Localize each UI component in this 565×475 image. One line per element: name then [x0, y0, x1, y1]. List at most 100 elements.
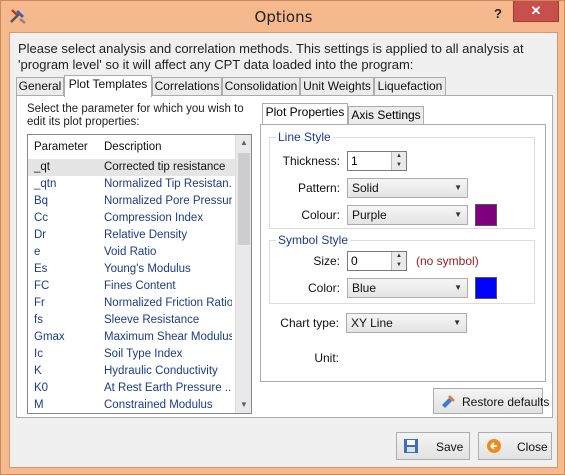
- color-label: Color:: [307, 281, 340, 295]
- list-item-parameter: K: [34, 365, 42, 377]
- list-item-parameter: Gmax: [34, 331, 65, 343]
- column-header-parameter[interactable]: Parameter: [34, 141, 88, 153]
- list-item[interactable]: K Hydraulic Conductivity: [28, 363, 236, 380]
- list-item-parameter: _qtn: [34, 178, 57, 190]
- list-item-parameter: K0: [34, 382, 49, 394]
- list-item[interactable]: fs Sleeve Resistance: [28, 312, 236, 329]
- list-item-parameter: Ic: [34, 348, 43, 360]
- list-item-parameter: FC: [34, 280, 50, 292]
- list-item-parameter: e: [34, 246, 41, 258]
- list-item-parameter: _qt: [34, 161, 50, 173]
- tab-correlations[interactable]: Correlations: [152, 77, 222, 96]
- list-item[interactable]: Cc Compression Index: [28, 210, 236, 227]
- list-item[interactable]: Gmax Maximum Shear Modulus: [28, 329, 236, 346]
- color-select[interactable]: Blue ▼: [347, 278, 468, 298]
- list-item[interactable]: Fr Normalized Friction Ratio: [28, 295, 236, 312]
- thickness-stepper-buttons: ▲ ▼: [391, 152, 406, 170]
- save-button[interactable]: Save: [396, 432, 470, 460]
- list-item-parameter: fs: [34, 314, 43, 326]
- list-item-description: Maximum Shear Modulus: [104, 331, 232, 343]
- thickness-label: Thickness:: [282, 154, 340, 168]
- list-item-parameter: Es: [34, 263, 48, 275]
- line-style-group: Line Style Thickness: 1 ▲ ▼ Pattern: Sol…: [269, 130, 535, 229]
- list-item-description: Young's Modulus: [104, 263, 191, 275]
- tab-unit-weights[interactable]: Unit Weights: [300, 77, 374, 96]
- symbol-style-group: Symbol Style Size: 0 ▲ ▼ (no symbol) Col…: [269, 233, 535, 304]
- tab-axis-settings[interactable]: Axis Settings: [348, 106, 424, 124]
- color-swatch[interactable]: [475, 277, 497, 299]
- symbol-style-title: Symbol Style: [276, 233, 351, 247]
- floppy-disk-icon: [404, 439, 418, 453]
- tab-plot-templates[interactable]: Plot Templates: [64, 75, 152, 97]
- scroll-down-arrow-icon[interactable]: ▼: [236, 397, 251, 413]
- restore-defaults-label: Restore defaults: [462, 395, 550, 409]
- dialog-body: Please select analysis and correlation m…: [9, 32, 558, 468]
- list-item[interactable]: FC Fines Content: [28, 278, 236, 295]
- list-item-description: Fines Content: [104, 280, 176, 292]
- close-label: Close: [517, 440, 548, 454]
- thickness-stepper[interactable]: 1 ▲ ▼: [347, 151, 407, 171]
- list-item[interactable]: e Void Ratio: [28, 244, 236, 261]
- stepper-up-icon[interactable]: ▲: [392, 252, 406, 261]
- save-label: Save: [436, 440, 464, 454]
- plot-templates-panel: Select the parameter for which you wish …: [16, 95, 553, 418]
- list-item-parameter: Dr: [34, 229, 47, 241]
- list-item-description: Sleeve Resistance: [104, 314, 200, 326]
- help-button[interactable]: ?: [487, 3, 509, 25]
- pattern-select[interactable]: Solid ▼: [347, 178, 468, 198]
- list-item[interactable]: Dr Relative Density: [28, 227, 236, 244]
- stepper-down-icon[interactable]: ▼: [392, 261, 406, 270]
- list-item-description: Relative Density: [104, 229, 188, 241]
- list-item-description: Compression Index: [104, 212, 204, 224]
- size-stepper[interactable]: 0 ▲ ▼: [347, 251, 407, 271]
- size-value: 0: [351, 254, 358, 268]
- tab-liquefaction[interactable]: Liquefaction: [374, 77, 446, 96]
- list-item[interactable]: _qtn Normalized Tip Resistan...: [28, 176, 236, 193]
- list-item[interactable]: K0 At Rest Earth Pressure ...: [28, 380, 236, 397]
- list-item[interactable]: Ic Soil Type Index: [28, 346, 236, 363]
- list-item[interactable]: Bq Normalized Pore Pressure: [28, 193, 236, 210]
- restore-defaults-button[interactable]: Restore defaults: [433, 388, 549, 414]
- stepper-up-icon[interactable]: ▲: [392, 152, 406, 161]
- colour-swatch[interactable]: [475, 204, 497, 226]
- list-item-description: Normalized Friction Ratio: [104, 297, 232, 309]
- tab-general[interactable]: General: [16, 77, 64, 96]
- stepper-down-icon[interactable]: ▼: [392, 161, 406, 170]
- plot-properties-panel: Line Style Thickness: 1 ▲ ▼ Pattern: Sol…: [260, 124, 546, 382]
- list-item[interactable]: M Constrained Modulus: [28, 397, 236, 413]
- list-item-description: Normalized Tip Resistan...: [104, 178, 232, 190]
- colour-value: Purple: [352, 208, 387, 222]
- line-style-title: Line Style: [276, 130, 333, 144]
- colour-label: Colour:: [301, 208, 340, 222]
- chart-type-label: Chart type:: [280, 316, 339, 330]
- scroll-thumb[interactable]: [238, 153, 250, 245]
- chart-type-value: XY Line: [351, 316, 393, 330]
- list-item-description: Corrected tip resistance: [104, 161, 226, 173]
- list-item-parameter: Bq: [34, 195, 49, 207]
- list-scrollbar[interactable]: ▲ ▼: [235, 135, 251, 413]
- scroll-up-arrow-icon[interactable]: ▲: [236, 135, 251, 151]
- pattern-label: Pattern:: [297, 181, 340, 195]
- unit-label: Unit:: [314, 351, 339, 365]
- tab-plot-properties[interactable]: Plot Properties: [262, 103, 348, 124]
- title-bar[interactable]: Options ? ✕: [1, 1, 565, 33]
- parameter-list[interactable]: Parameter Description _qt Corrected tip r…: [27, 134, 252, 414]
- size-label: Size:: [313, 254, 340, 268]
- list-item-parameter: M: [34, 399, 44, 411]
- list-item[interactable]: Es Young's Modulus: [28, 261, 236, 278]
- thickness-value: 1: [351, 154, 358, 168]
- window-title: Options: [254, 8, 313, 26]
- list-item-description: At Rest Earth Pressure ...: [104, 382, 232, 394]
- colour-select[interactable]: Purple ▼: [347, 205, 468, 225]
- chart-type-select[interactable]: XY Line ▼: [346, 313, 467, 333]
- restore-icon: [442, 395, 455, 408]
- close-button[interactable]: Close: [478, 432, 552, 460]
- list-item-parameter: Cc: [34, 212, 49, 224]
- pattern-value: Solid: [352, 181, 379, 195]
- list-item[interactable]: _qt Corrected tip resistance: [28, 159, 236, 176]
- close-circle-icon: [487, 439, 501, 453]
- tab-consolidation[interactable]: Consolidation: [222, 77, 300, 96]
- column-header-description[interactable]: Description: [104, 141, 162, 153]
- list-item-description: Hydraulic Conductivity: [104, 365, 218, 377]
- window-close-button[interactable]: ✕: [513, 1, 559, 22]
